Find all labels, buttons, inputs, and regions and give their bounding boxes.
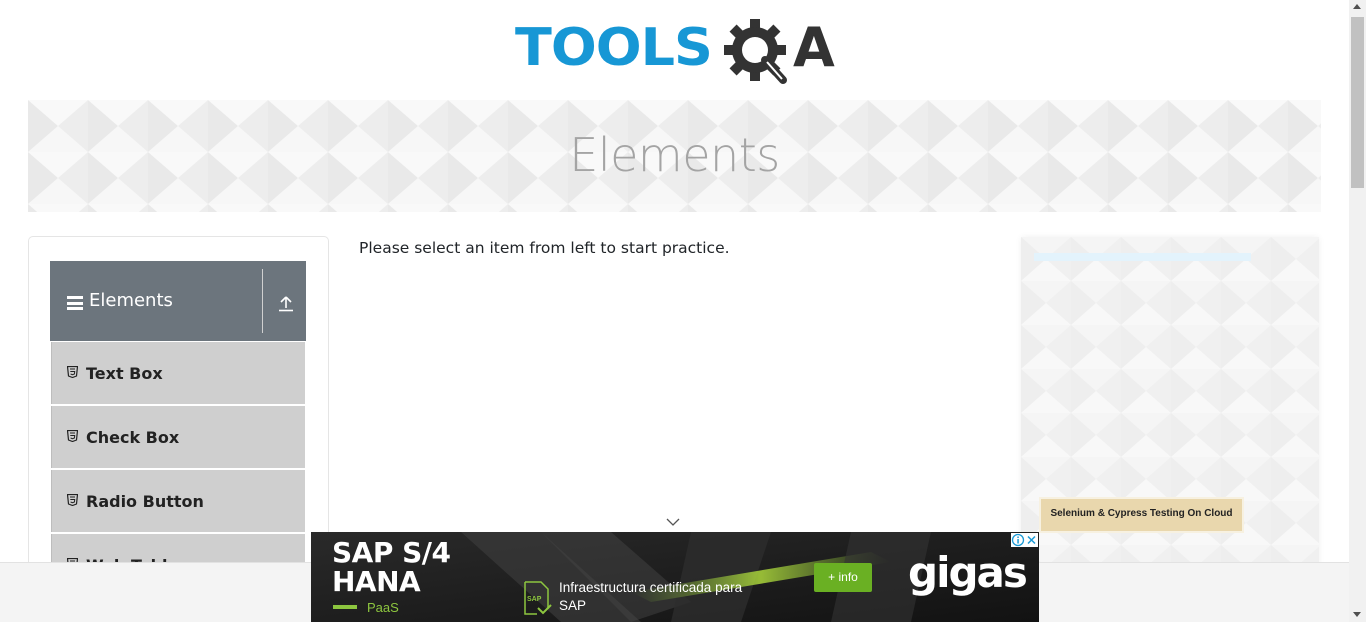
ad-title-line2: HANA: [332, 565, 421, 598]
chevron-down-icon[interactable]: [666, 518, 680, 527]
group-header-elements[interactable]: Elements: [50, 261, 306, 341]
html5-icon: [67, 430, 78, 442]
gear-magnifier-icon: [724, 19, 787, 84]
ad-title-line1: SAP S/4: [332, 536, 451, 569]
close-icon[interactable]: [1025, 533, 1038, 547]
vertical-scrollbar[interactable]: [1349, 0, 1366, 622]
sidebar-item-label: Text Box: [86, 364, 163, 383]
ad-title: SAP S/4 HANA: [332, 536, 451, 598]
ad-accent-line: [333, 605, 357, 609]
scrollbar-thumb[interactable]: [1351, 17, 1364, 188]
ad-placeholder-bar: [1034, 253, 1251, 261]
collapse-upload-icon[interactable]: [278, 294, 294, 312]
sidebar-item-label: Check Box: [86, 428, 180, 447]
ad-cta-button[interactable]: Selenium & Cypress Testing On Cloud: [1039, 497, 1244, 533]
ad-info-button[interactable]: + info: [814, 563, 872, 592]
scroll-down-arrow-icon[interactable]: [1353, 612, 1361, 617]
ad-choices-icon[interactable]: [1011, 533, 1025, 547]
bottom-ad-banner[interactable]: SAP S/4 HANA PaaS SAP Infraestructura ce…: [311, 532, 1039, 622]
sidebar-item-text-box[interactable]: Text Box: [51, 342, 305, 404]
ad-brand-logo: gigas: [908, 548, 1028, 597]
sidebar-item-radio-button[interactable]: Radio Button: [51, 470, 305, 532]
hamburger-icon: [67, 296, 83, 310]
ad-tag: PaaS: [367, 600, 399, 615]
page-banner: Elements: [28, 100, 1321, 212]
instruction-text: Please select an item from left to start…: [359, 239, 730, 257]
logo-text: TOOLS: [515, 17, 713, 78]
html5-icon: [67, 494, 78, 506]
sidebar-item-check-box[interactable]: Check Box: [51, 406, 305, 468]
divider: [262, 269, 263, 333]
group-title: Elements: [89, 290, 173, 311]
page-title: Elements: [569, 128, 780, 182]
sidebar-item-label: Radio Button: [86, 492, 204, 511]
ad-description: Infraestructura certificada para SAP: [559, 580, 743, 613]
sap-document-icon: SAP: [524, 581, 552, 615]
scroll-up-arrow-icon[interactable]: [1353, 4, 1361, 9]
logo-text-suffix: A: [793, 16, 835, 79]
html5-icon: [67, 366, 78, 378]
toolsqa-logo[interactable]: TOOLS A: [515, 16, 840, 92]
svg-text:SAP: SAP: [527, 596, 542, 603]
right-ad-banner[interactable]: Selenium & Cypress Testing On Cloud: [1021, 237, 1319, 567]
